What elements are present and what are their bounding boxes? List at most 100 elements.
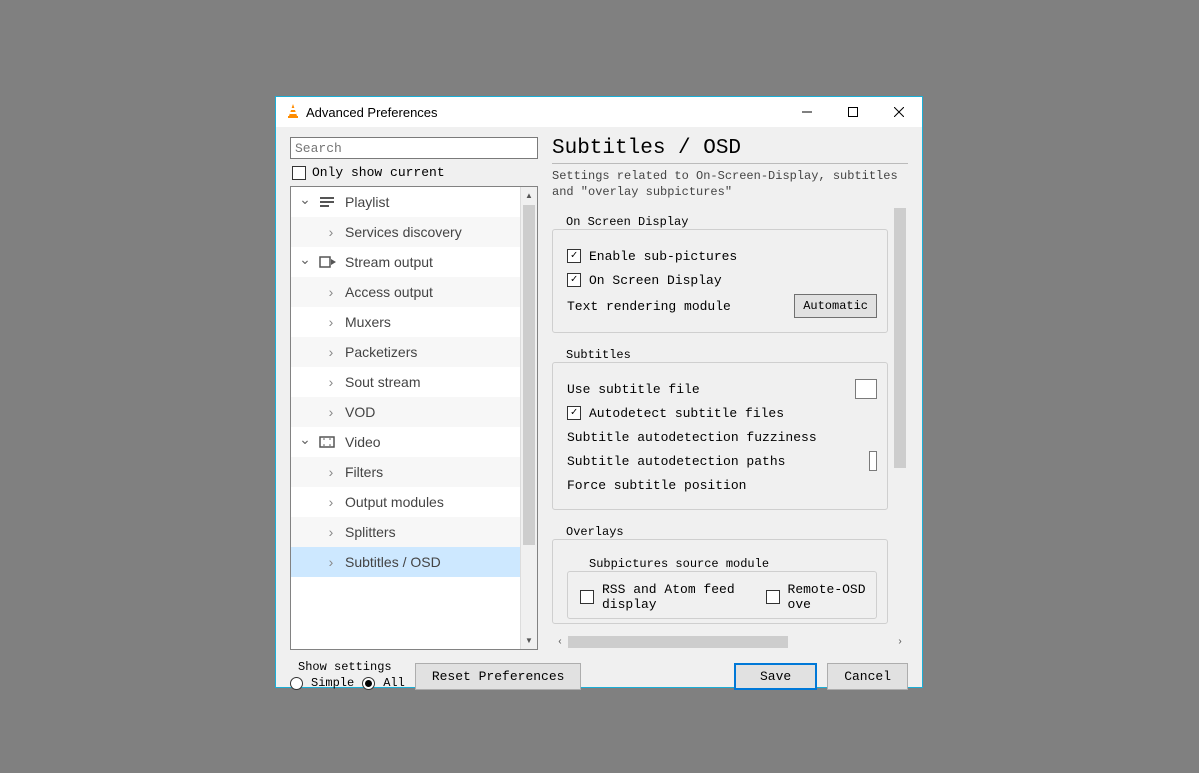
- preferences-window: Advanced Preferences Only show current P…: [275, 96, 923, 688]
- subtitles-group-legend: Subtitles: [562, 348, 635, 362]
- rss-checkbox[interactable]: [580, 590, 594, 604]
- show-settings-label: Show settings: [298, 660, 405, 674]
- settings-tree[interactable]: PlaylistServices discovery Stream output A…: [291, 187, 520, 649]
- hscroll-right-icon[interactable]: ›: [892, 637, 908, 648]
- search-input[interactable]: [290, 137, 538, 159]
- tree-child-item[interactable]: Muxers: [291, 307, 520, 337]
- vlc-icon: [286, 103, 300, 122]
- settings-hscrollbar[interactable]: ‹ ›: [552, 634, 908, 650]
- tree-item-label: Output modules: [345, 494, 444, 510]
- left-pane: Only show current PlaylistServices disco…: [290, 137, 538, 650]
- settings-vscroll-thumb[interactable]: [894, 208, 906, 468]
- tree-scroll-thumb[interactable]: [523, 205, 535, 545]
- settings-hscroll-thumb[interactable]: [568, 636, 788, 648]
- osd-group: On Screen Display Enable sub-pictures On…: [552, 208, 888, 333]
- chevron-down-icon: [299, 193, 311, 210]
- chevron-right-icon: [325, 314, 337, 330]
- fuzziness-label: Subtitle autodetection fuzziness: [567, 430, 817, 445]
- right-pane: Subtitles / OSD Settings related to On-S…: [552, 137, 908, 650]
- all-radio-label: All: [383, 676, 405, 690]
- all-radio[interactable]: [362, 677, 375, 690]
- paths-input[interactable]: [869, 451, 877, 471]
- chevron-down-icon: [299, 253, 311, 270]
- maximize-button[interactable]: [830, 97, 876, 127]
- only-show-current-checkbox[interactable]: [292, 166, 306, 180]
- tree-parent-item[interactable]: Video: [291, 427, 520, 457]
- tree-item-label: Stream output: [345, 254, 433, 270]
- paths-label: Subtitle autodetection paths: [567, 454, 785, 469]
- osd-group-legend: On Screen Display: [562, 215, 692, 229]
- tree-child-item[interactable]: Services discovery: [291, 217, 520, 247]
- enable-subpictures-checkbox[interactable]: [567, 249, 581, 263]
- hscroll-left-icon[interactable]: ‹: [552, 637, 568, 648]
- titlebar: Advanced Preferences: [276, 97, 922, 127]
- close-button[interactable]: [876, 97, 922, 127]
- only-show-current[interactable]: Only show current: [292, 165, 538, 180]
- simple-radio-label: Simple: [311, 676, 354, 690]
- chevron-right-icon: [325, 524, 337, 540]
- page-description: Settings related to On-Screen-Display, s…: [552, 168, 908, 200]
- tree-child-item[interactable]: VOD: [291, 397, 520, 427]
- tree-child-item[interactable]: Splitters: [291, 517, 520, 547]
- content-area: Only show current PlaylistServices disco…: [276, 127, 922, 700]
- tree-item-label: Subtitles / OSD: [345, 554, 441, 570]
- chevron-right-icon: [325, 374, 337, 390]
- autodetect-label: Autodetect subtitle files: [589, 406, 784, 421]
- tree-parent-item[interactable]: Playlist: [291, 187, 520, 217]
- overlays-group-legend: Overlays: [562, 525, 628, 539]
- chevron-right-icon: [325, 284, 337, 300]
- on-screen-display-checkbox[interactable]: [567, 273, 581, 287]
- force-position-label: Force subtitle position: [567, 478, 746, 493]
- playlist-icon: [319, 193, 337, 211]
- show-settings-group: Show settings Simple All: [290, 660, 405, 690]
- tree-child-item[interactable]: Packetizers: [291, 337, 520, 367]
- chevron-right-icon: [325, 344, 337, 360]
- simple-radio[interactable]: [290, 677, 303, 690]
- chevron-down-icon: [299, 433, 311, 450]
- enable-subpictures-label: Enable sub-pictures: [589, 249, 737, 264]
- stream-icon: [319, 253, 337, 271]
- chevron-right-icon: [325, 494, 337, 510]
- tree-item-label: Video: [345, 434, 381, 450]
- chevron-right-icon: [325, 554, 337, 570]
- save-button[interactable]: Save: [734, 663, 817, 690]
- remote-osd-label: Remote-OSD ove: [788, 582, 868, 612]
- tree-wrap: PlaylistServices discovery Stream output A…: [290, 186, 538, 650]
- remote-osd-checkbox[interactable]: [766, 590, 780, 604]
- chevron-right-icon: [325, 464, 337, 480]
- tree-item-label: Splitters: [345, 524, 396, 540]
- tree-item-label: Filters: [345, 464, 383, 480]
- page-title: Subtitles / OSD: [552, 137, 908, 164]
- chevron-right-icon: [325, 404, 337, 420]
- tree-child-item[interactable]: Access output: [291, 277, 520, 307]
- tree-item-label: VOD: [345, 404, 375, 420]
- text-rendering-label: Text rendering module: [567, 299, 731, 314]
- tree-child-item[interactable]: Subtitles / OSD: [291, 547, 520, 577]
- use-subtitle-file-label: Use subtitle file: [567, 382, 700, 397]
- tree-item-label: Sout stream: [345, 374, 420, 390]
- tree-item-label: Access output: [345, 284, 433, 300]
- video-icon: [319, 433, 337, 451]
- overlays-group: Overlays Subpictures source module RSS: [552, 518, 888, 624]
- subpictures-source-legend: Subpictures source module: [585, 557, 773, 571]
- on-screen-display-label: On Screen Display: [589, 273, 722, 288]
- use-subtitle-file-input[interactable]: [855, 379, 877, 399]
- tree-item-label: Muxers: [345, 314, 391, 330]
- autodetect-checkbox[interactable]: [567, 406, 581, 420]
- window-title: Advanced Preferences: [286, 103, 438, 122]
- tree-child-item[interactable]: Sout stream: [291, 367, 520, 397]
- subtitles-group: Subtitles Use subtitle file Autodetect s…: [552, 341, 888, 510]
- reset-preferences-button[interactable]: Reset Preferences: [415, 663, 582, 690]
- text-rendering-combo[interactable]: Automatic: [794, 294, 877, 318]
- footer: Show settings Simple All Reset Preferenc…: [290, 650, 908, 690]
- cancel-button[interactable]: Cancel: [827, 663, 908, 690]
- only-show-current-label: Only show current: [312, 165, 445, 180]
- rss-label: RSS and Atom feed display: [602, 582, 750, 612]
- tree-parent-item[interactable]: Stream output: [291, 247, 520, 277]
- tree-child-item[interactable]: Filters: [291, 457, 520, 487]
- settings-vscrollbar[interactable]: [892, 208, 908, 632]
- chevron-right-icon: [325, 224, 337, 240]
- tree-child-item[interactable]: Output modules: [291, 487, 520, 517]
- tree-scrollbar[interactable]: ▲ ▼: [520, 187, 537, 649]
- minimize-button[interactable]: [784, 97, 830, 127]
